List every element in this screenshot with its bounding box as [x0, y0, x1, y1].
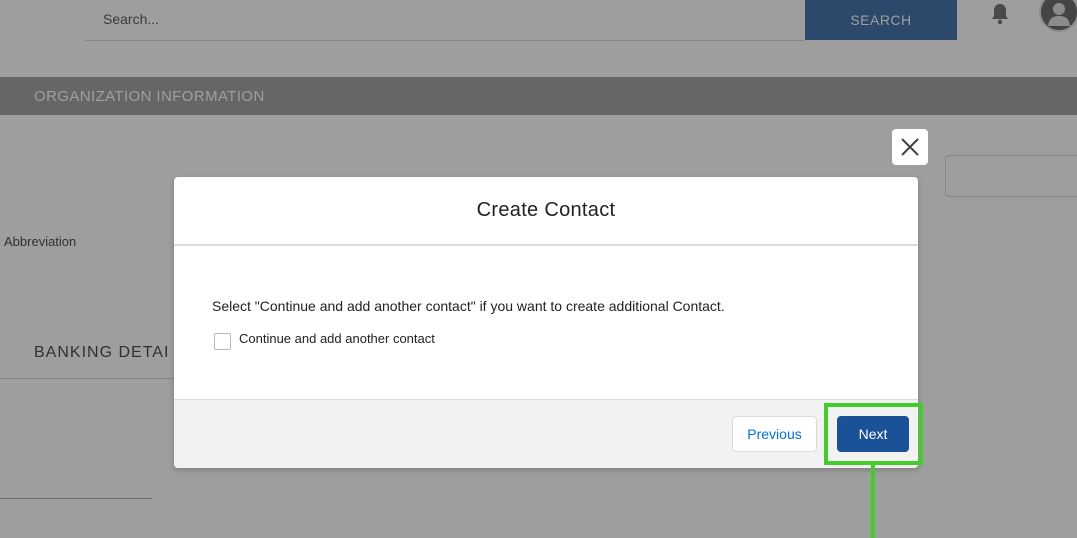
previous-button[interactable]: Previous — [732, 416, 817, 452]
highlight-annotation-box — [824, 403, 923, 465]
continue-add-contact-checkbox[interactable] — [214, 333, 231, 350]
create-contact-modal: Create Contact Select "Continue and add … — [174, 177, 918, 468]
modal-body: Select "Continue and add another contact… — [174, 246, 918, 401]
modal-title: Create Contact — [476, 199, 616, 221]
modal-message: Select "Continue and add another contact… — [212, 298, 725, 314]
highlight-annotation-line — [871, 461, 875, 538]
modal-header: Create Contact — [174, 177, 918, 246]
checkbox-label[interactable]: Continue and add another contact — [239, 331, 435, 346]
modal-footer: Previous Next — [174, 399, 918, 468]
close-icon[interactable] — [892, 129, 928, 165]
